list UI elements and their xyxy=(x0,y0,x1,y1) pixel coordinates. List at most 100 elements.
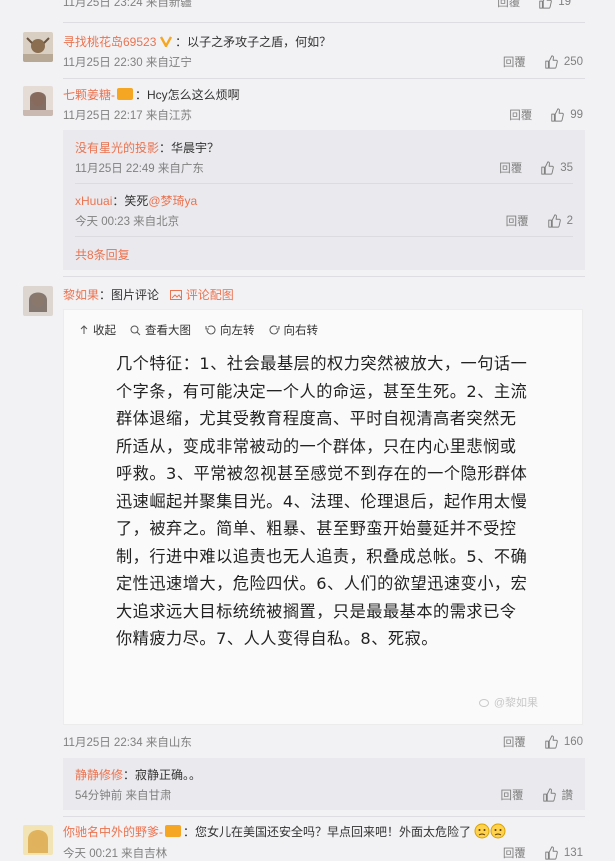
thumbs-up-icon xyxy=(550,108,564,122)
avatar[interactable] xyxy=(23,86,53,116)
reply-meta: 今天 00:23 来自北京 xyxy=(75,216,180,228)
reply-meta: 11月25日 22:49 来自广东 xyxy=(75,163,204,175)
comment-footer: 11月25日 22:30 来自辽宁 回覆 250 xyxy=(63,54,583,70)
like-count: 35 xyxy=(560,162,573,174)
collapse-icon xyxy=(80,325,88,334)
comment-meta: 11月25日 22:34 来自山东 xyxy=(63,737,192,749)
rotate-left-icon xyxy=(205,324,216,334)
like-button[interactable]: 讚 xyxy=(542,787,574,803)
comment: 你驰名中外的野爹- ：您女儿在美国还安全吗？早点回来吧！外面太危险了 xyxy=(63,823,603,840)
divider xyxy=(75,236,573,237)
comment-text: ：Hcy怎么这么烦啊 xyxy=(135,88,240,102)
like-count: 131 xyxy=(563,847,583,859)
image-icon xyxy=(170,290,183,300)
reply-text: ：笑死 xyxy=(112,194,149,208)
divider xyxy=(63,276,585,277)
worried-emoji-icon xyxy=(490,823,506,839)
comment-image[interactable]: 收起 查看大图 向左转 向右转 几个特征：1、社会最基层的权力突然被放大，一句话… xyxy=(63,309,583,725)
image-text: 几个特征：1、社会最基层的权力突然被放大，一句话一个字条，有可能决定一个人的命运… xyxy=(116,354,528,648)
weibo-logo-icon xyxy=(478,699,489,707)
avatar[interactable] xyxy=(23,286,53,316)
image-toolbar: 收起 查看大图 向左转 向右转 xyxy=(79,322,332,338)
username-link[interactable]: 静静修修 xyxy=(75,768,123,782)
divider xyxy=(63,22,585,23)
comment-meta: 今天 00:21 来自吉林 xyxy=(63,848,168,860)
like-button[interactable]: 35 xyxy=(540,161,573,175)
comment-actions: 回覆 19 xyxy=(497,0,571,10)
divider xyxy=(75,183,573,184)
reply-item: 静静修修：寂静正确。。 xyxy=(75,766,201,783)
rotate-right-button[interactable]: 向右转 xyxy=(269,322,318,338)
reply-meta: 54分钟前 来自甘肃 xyxy=(75,790,172,802)
pic-comment-link[interactable]: 评论配图 xyxy=(170,288,234,302)
like-count: 19 xyxy=(558,0,571,8)
rotate-left-button[interactable]: 向左转 xyxy=(205,322,255,338)
thumbs-up-icon xyxy=(544,846,558,860)
comment-footer: 11月25日 22:17 来自江苏 回覆 99 xyxy=(63,107,583,123)
username-link[interactable]: 你驰名中外的野爹- xyxy=(63,825,163,839)
avatar[interactable] xyxy=(23,825,53,855)
comment-text: ：以子之矛攻子之盾，何如？ xyxy=(175,35,332,49)
like-count: 250 xyxy=(563,56,583,68)
comment-meta: 11月25日 22:30 来自辽宁 xyxy=(63,57,192,69)
username-link[interactable]: 没有星光的投影 xyxy=(75,141,159,155)
like-count: 160 xyxy=(563,736,583,748)
verified-icon xyxy=(159,36,172,47)
like-count: 99 xyxy=(570,109,583,121)
reply-text: ：华晨宇？ xyxy=(159,141,220,155)
mention-link[interactable]: @梦琦ya xyxy=(148,194,197,208)
username-link[interactable]: 七颗姜糖- xyxy=(63,88,115,102)
reply-item: 没有星光的投影：华晨宇？ xyxy=(75,139,219,156)
thumbs-up-icon xyxy=(542,788,556,802)
collapse-button[interactable]: 收起 xyxy=(79,322,116,338)
like-button[interactable]: 160 xyxy=(544,735,583,749)
like-button[interactable]: 131 xyxy=(544,846,583,860)
pic-comment-label: 评论配图 xyxy=(185,288,234,302)
like-count: 2 xyxy=(566,215,573,227)
like-count: 讚 xyxy=(561,790,574,802)
comment-meta: 11月25日 22:17 来自江苏 xyxy=(63,110,192,122)
comment-meta: 11月25日 23:24 来自新疆 xyxy=(63,0,192,9)
rotate-right-icon xyxy=(269,324,279,334)
comment-text: ：图片评论 xyxy=(99,288,160,302)
like-button[interactable]: 2 xyxy=(547,214,573,228)
username-link[interactable]: xHuuai xyxy=(75,194,112,208)
reply-footer: 今天 00:23 来自北京 回覆 2 xyxy=(75,213,573,229)
reply-button[interactable]: 回覆 xyxy=(503,734,526,750)
reply-button[interactable]: 回覆 xyxy=(503,54,526,70)
replies-block: 没有星光的投影：华晨宇？ 11月25日 22:49 来自广东 回覆 35 xHu… xyxy=(63,130,585,270)
comment: 寻找桃花岛69523 ：以子之矛攻子之盾，何如？ xyxy=(63,33,573,50)
fan-badge-icon xyxy=(117,88,133,100)
image-watermark: @黎如果 xyxy=(478,694,538,710)
reply-button[interactable]: 回覆 xyxy=(497,0,520,10)
comment: 七颗姜糖- ：Hcy怎么这么烦啊 xyxy=(63,86,573,103)
divider xyxy=(63,78,585,79)
view-large-button[interactable]: 查看大图 xyxy=(130,322,191,338)
more-replies-link[interactable]: 共8条回复 xyxy=(75,246,130,263)
reply-item: xHuuai：笑死@梦琦ya xyxy=(75,192,197,209)
username-link[interactable]: 黎如果 xyxy=(63,288,99,302)
comment-text: ：您女儿在美国还安全吗？早点回来吧！外面太危险了 xyxy=(183,825,472,839)
reply-button[interactable]: 回覆 xyxy=(501,787,524,803)
divider xyxy=(63,816,585,817)
reply-button[interactable]: 回覆 xyxy=(509,107,532,123)
reply-text: ：寂静正确。。 xyxy=(123,768,202,782)
like-button[interactable]: 250 xyxy=(544,55,583,69)
reply-button[interactable]: 回覆 xyxy=(503,845,526,861)
thumbs-up-icon xyxy=(544,55,558,69)
thumbs-up-icon xyxy=(544,735,558,749)
reply-button[interactable]: 回覆 xyxy=(506,213,529,229)
like-button[interactable]: 99 xyxy=(550,108,583,122)
like-button[interactable]: 19 xyxy=(538,0,571,9)
username-link[interactable]: 寻找桃花岛69523 xyxy=(63,35,156,49)
thumbs-up-icon xyxy=(538,0,552,9)
comment-footer: 今天 00:21 来自吉林 回覆 131 xyxy=(63,845,583,861)
reply-button[interactable]: 回覆 xyxy=(499,160,522,176)
comment-footer: 11月25日 22:34 来自山东 回覆 160 xyxy=(63,734,583,750)
search-icon xyxy=(130,325,141,335)
replies-block: 静静修修：寂静正确。。 54分钟前 来自甘肃 回覆 讚 xyxy=(63,758,585,810)
fan-badge-icon xyxy=(165,825,181,837)
top-partial-comment: 11月25日 23:24 来自新疆 回覆 19 xyxy=(63,0,571,10)
reply-footer: 11月25日 22:49 来自广东 回覆 35 xyxy=(75,160,573,176)
avatar[interactable] xyxy=(23,32,53,62)
